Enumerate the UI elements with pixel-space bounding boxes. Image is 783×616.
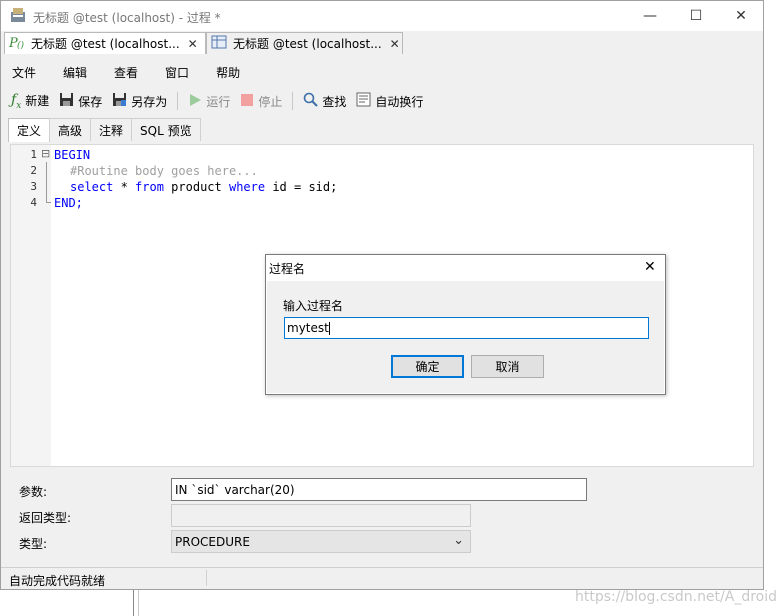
code-line: select * from product where id = sid; — [70, 179, 337, 195]
menu-file[interactable]: 文件 — [1, 64, 44, 81]
save-as-button[interactable]: 另存为 — [112, 92, 167, 110]
dialog-prompt: 输入过程名 — [283, 299, 344, 313]
stop-icon — [240, 93, 254, 110]
menu-help[interactable]: 帮助 — [208, 64, 248, 81]
doc-tab-table[interactable]: 无标题 @test (localhost... ✕ — [206, 32, 403, 54]
new-button[interactable]: ƒx 新建 — [11, 92, 49, 111]
chevron-down-icon: ⌄ — [453, 533, 464, 548]
procedure-icon: P() — [8, 35, 25, 52]
return-type-label: 返回类型: — [19, 511, 72, 525]
tab-advanced[interactable]: 高级 — [49, 118, 92, 141]
close-icon[interactable]: ✕ — [188, 37, 198, 51]
procedure-name-dialog: 过程名 ✕ 输入过程名 mytest 确定 取消 — [265, 254, 666, 395]
save-as-icon — [112, 92, 127, 110]
line-number: 1 — [30, 148, 37, 161]
params-label: 参数: — [19, 485, 48, 499]
line-number: 2 — [30, 164, 37, 177]
code-keyword: from — [135, 180, 164, 194]
menu-bar: 文件 编辑 查看 窗口 帮助 — [1, 60, 763, 84]
title-bar: 无标题 @test (localhost) - 过程 * — ☐ ✕ — [1, 1, 763, 31]
search-icon — [303, 92, 319, 110]
ok-button[interactable]: 确定 — [391, 355, 464, 378]
text-cursor — [328, 322, 330, 335]
status-bar: 自动完成代码就绪 — [1, 567, 763, 590]
close-icon[interactable]: ✕ — [644, 259, 656, 275]
status-text: 自动完成代码就绪 — [9, 574, 106, 588]
window-title: 无标题 @test (localhost) - 过程 * — [33, 11, 221, 25]
close-icon: ✕ — [735, 8, 747, 24]
status-divider — [206, 570, 207, 586]
line-number: 3 — [30, 180, 37, 193]
menu-edit[interactable]: 编辑 — [55, 64, 95, 81]
toolbar-separator — [177, 92, 179, 110]
type-select[interactable]: PROCEDURE ⌄ — [171, 530, 471, 553]
dialog-title: 过程名 — [269, 262, 306, 276]
tab-sql-preview[interactable]: SQL 预览 — [131, 118, 201, 141]
find-button[interactable]: 查找 — [303, 92, 346, 110]
word-wrap-button[interactable]: 自动换行 — [356, 92, 423, 110]
code-text: id = sid; — [265, 180, 338, 194]
play-icon — [188, 93, 202, 110]
function-sub: x — [16, 100, 22, 111]
tab-comment[interactable]: 注释 — [90, 118, 133, 141]
tab-definition[interactable]: 定义 — [8, 118, 51, 142]
watermark: https://blog.csdn.net/A_droid — [575, 589, 778, 605]
save-icon — [59, 92, 74, 110]
doc-tab-label: 无标题 @test (localhost... — [31, 37, 180, 51]
cancel-button[interactable]: 取消 — [471, 355, 544, 378]
save-button[interactable]: 保存 — [59, 92, 102, 110]
run-label: 运行 — [206, 94, 231, 109]
stop-button[interactable]: 停止 — [240, 93, 282, 110]
definition-tabs: 定义 高级 注释 SQL 预览 — [8, 118, 201, 142]
minimize-icon: — — [643, 8, 657, 24]
doc-tab-procedure[interactable]: P() 无标题 @test (localhost... ✕ — [4, 32, 206, 54]
app-icon — [10, 7, 26, 26]
procedure-name-input[interactable]: mytest — [284, 317, 649, 339]
fold-line-end — [46, 202, 51, 203]
function-icon: ƒx — [11, 92, 21, 111]
svg-text:(): () — [17, 40, 25, 49]
menu-view[interactable]: 查看 — [106, 64, 146, 81]
params-input[interactable]: IN `sid` varchar(20) — [171, 478, 587, 501]
save-as-label: 另存为 — [131, 94, 168, 109]
menu-window[interactable]: 窗口 — [157, 64, 197, 81]
code-line: #Routine body goes here... — [70, 164, 258, 178]
type-value: PROCEDURE — [175, 535, 250, 549]
line-gutter — [11, 145, 51, 466]
minimize-button[interactable]: — — [627, 2, 673, 30]
procedure-name-value: mytest — [287, 321, 329, 335]
find-label: 查找 — [322, 94, 347, 109]
code-keyword: where — [228, 180, 266, 194]
close-icon[interactable]: ✕ — [390, 37, 400, 51]
table-icon — [211, 35, 227, 52]
toolbar-separator — [292, 92, 294, 110]
doc-tab-label: 无标题 @test (localhost... — [233, 37, 382, 51]
close-window-button[interactable]: ✕ — [718, 2, 764, 30]
save-label: 保存 — [78, 94, 103, 109]
dialog-body: 输入过程名 mytest 确定 取消 — [267, 281, 664, 393]
background-window-edge — [138, 590, 139, 616]
code-line: END; — [54, 196, 83, 210]
maximize-button[interactable]: ☐ — [673, 2, 719, 30]
word-wrap-icon — [356, 92, 371, 110]
background-window-edge — [133, 590, 134, 616]
type-label: 类型: — [19, 537, 48, 551]
code-text: * — [113, 180, 136, 194]
maximize-icon: ☐ — [689, 8, 703, 24]
code-line: BEGIN — [54, 148, 91, 162]
new-label: 新建 — [25, 94, 50, 109]
stop-label: 停止 — [258, 94, 283, 109]
code-keyword: select — [70, 180, 114, 194]
fold-toggle-icon[interactable]: ⊟ — [41, 147, 50, 160]
code-text: product — [163, 180, 229, 194]
return-type-input — [171, 504, 471, 527]
line-number: 4 — [30, 196, 37, 209]
toolbar: ƒx 新建 保存 另存为 运行 停止 查找 自动换行 — [1, 88, 763, 114]
word-wrap-label: 自动换行 — [375, 94, 424, 109]
run-button[interactable]: 运行 — [188, 93, 230, 110]
fold-line — [46, 162, 47, 202]
